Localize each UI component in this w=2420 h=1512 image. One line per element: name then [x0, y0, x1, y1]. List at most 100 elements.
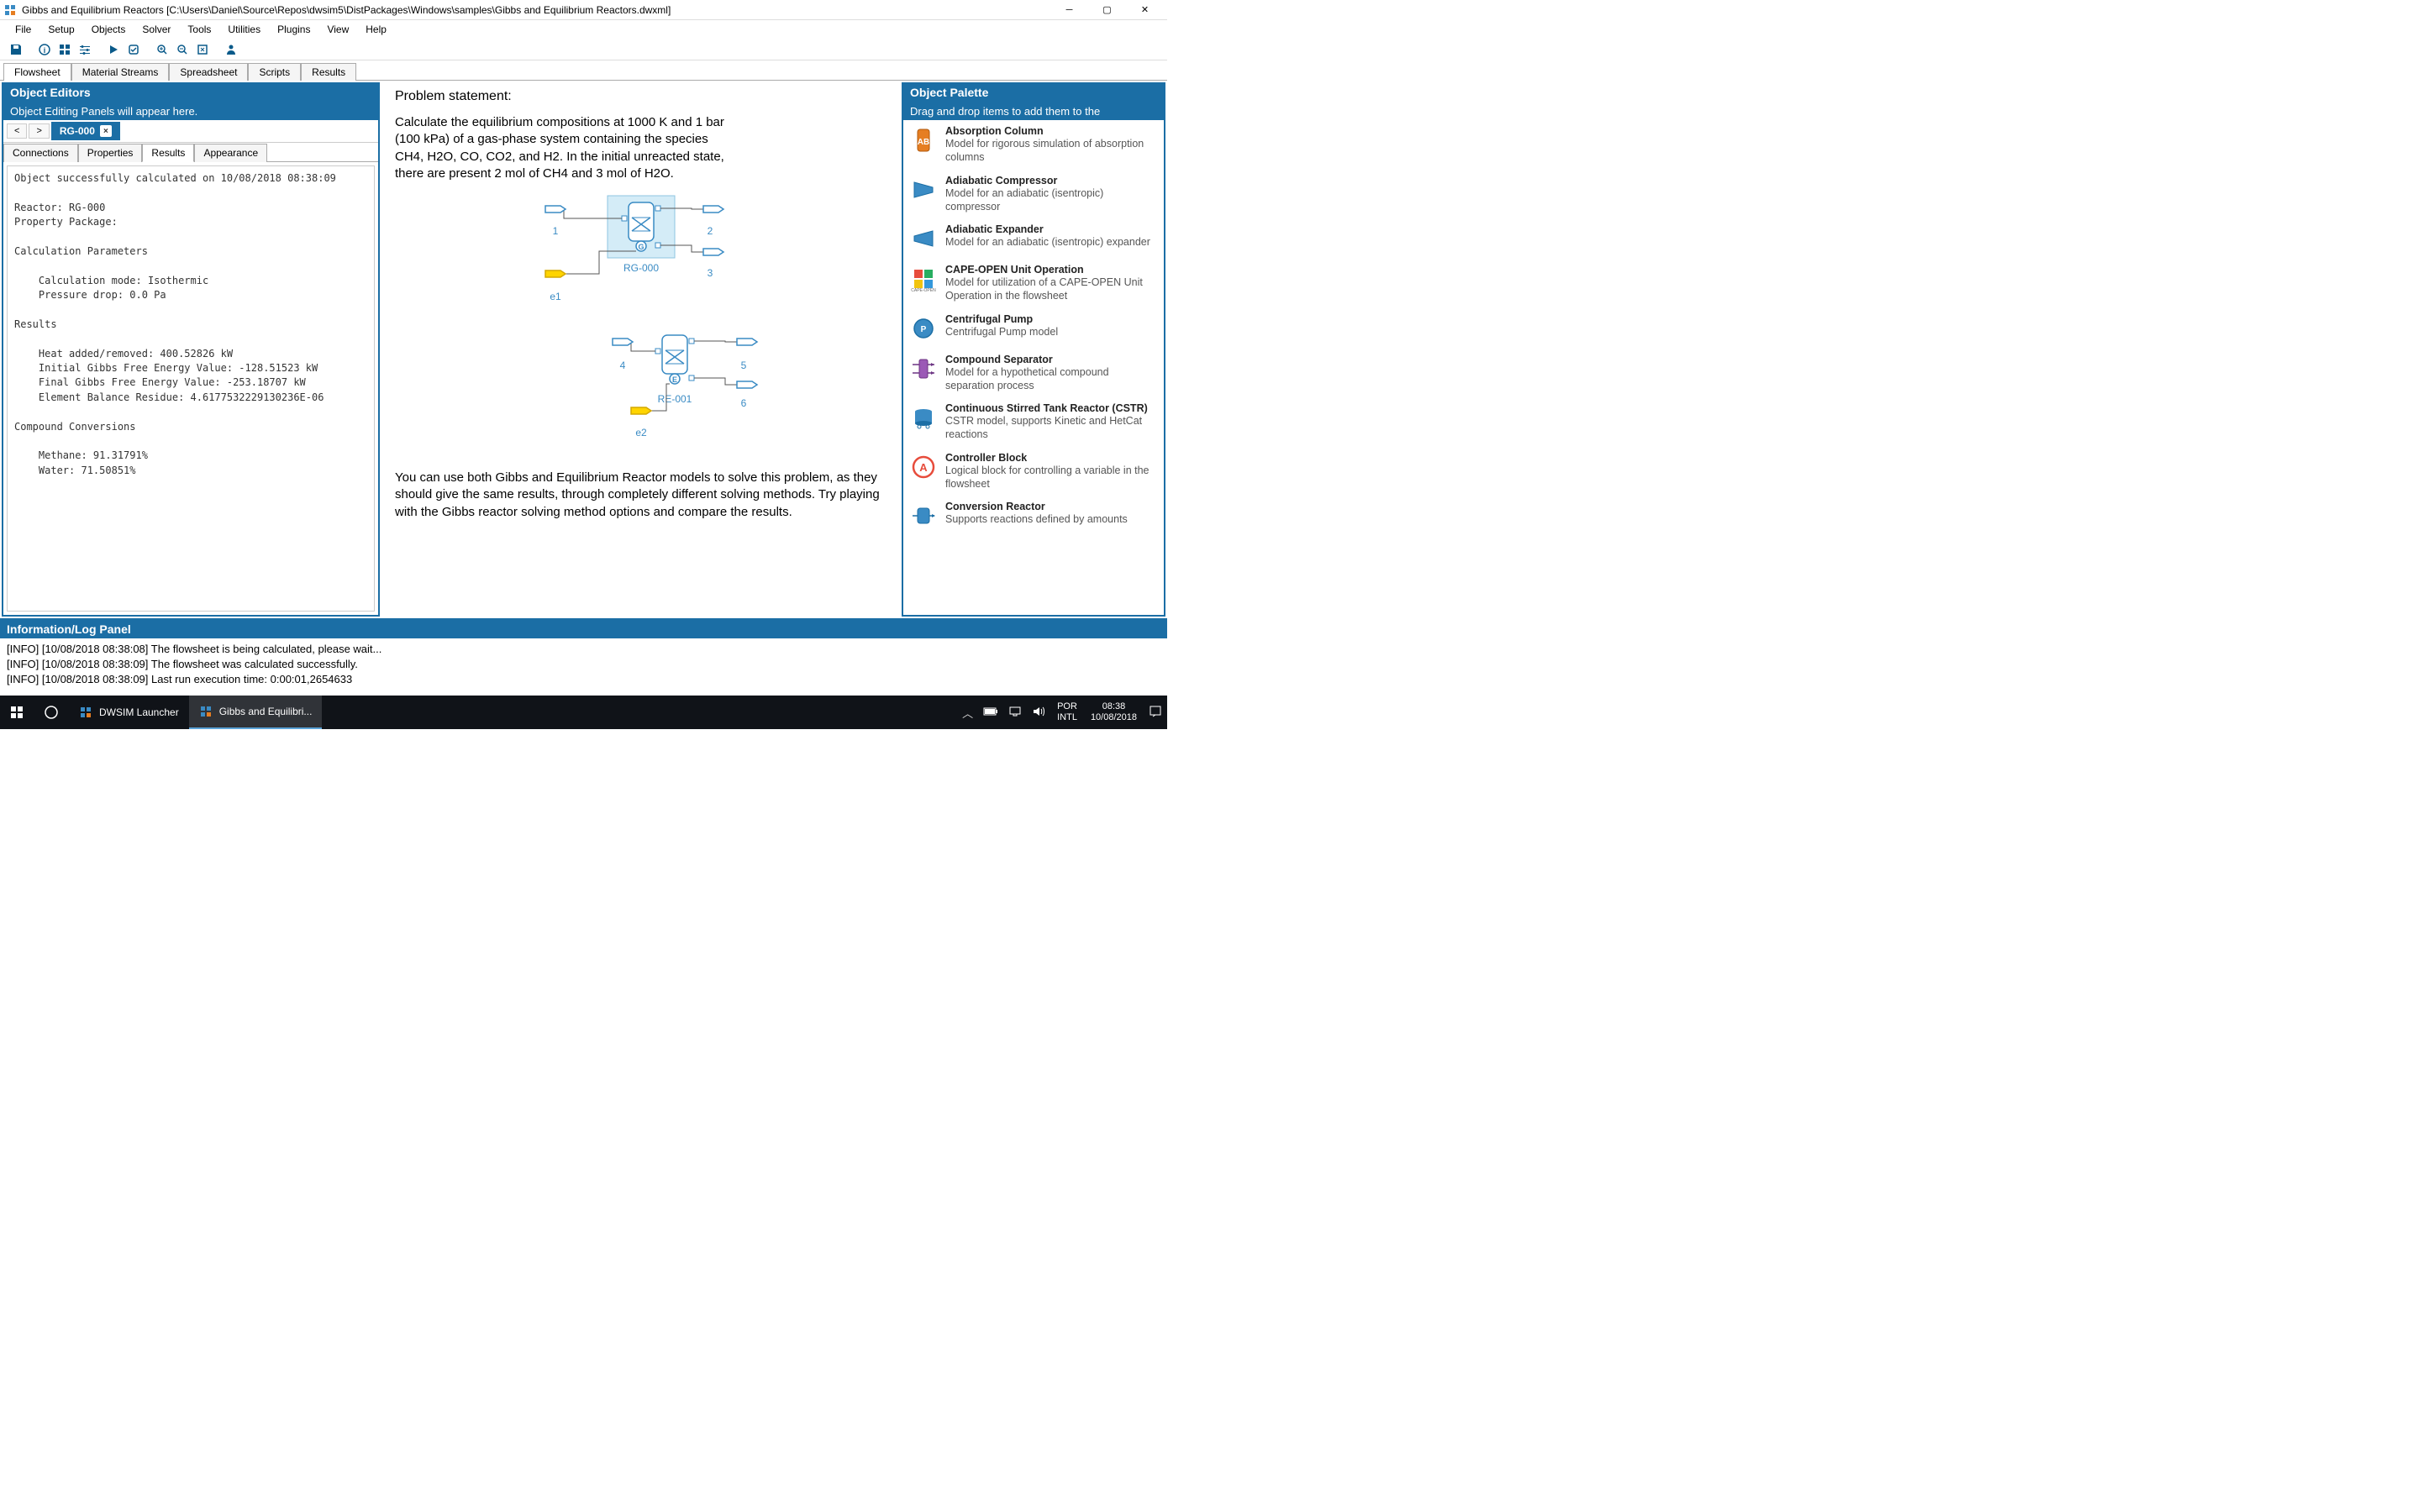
menu-view[interactable]: View	[318, 22, 357, 37]
app-icon	[3, 3, 17, 17]
tray-lang[interactable]: POR INTL	[1050, 701, 1084, 723]
cape-icon: CAPE-OPEN	[908, 264, 939, 294]
log-header: Information/Log Panel	[0, 620, 1167, 638]
taskbar-app[interactable]: DWSIM Launcher	[69, 696, 189, 729]
doc-tab-spreadsheet[interactable]: Spreadsheet	[169, 63, 248, 81]
palette-item-title: CAPE-OPEN Unit Operation	[945, 264, 1159, 276]
palette-header: Object Palette	[903, 82, 1164, 102]
palette-item-title: Adiabatic Compressor	[945, 175, 1159, 186]
svg-text:P: P	[921, 325, 927, 334]
titlebar: Gibbs and Equilibrium Reactors [C:\Users…	[0, 0, 1167, 20]
object-editors-header: Object Editors	[3, 82, 378, 102]
menu-tools[interactable]: Tools	[179, 22, 219, 37]
tray-volume-icon[interactable]	[1027, 706, 1050, 720]
menu-utilities[interactable]: Utilities	[219, 22, 269, 37]
palette-item-compound-separator[interactable]: Compound SeparatorModel for a hypothetic…	[903, 349, 1164, 398]
palette-item-adiabatic-expander[interactable]: Adiabatic ExpanderModel for an adiabatic…	[903, 218, 1164, 259]
flowsheet-canvas[interactable]: Problem statement: Calculate the equilib…	[381, 81, 900, 618]
settings-icon[interactable]	[76, 40, 94, 59]
doc-tab-results[interactable]: Results	[301, 63, 356, 81]
palette-body: ABAbsorption ColumnModel for rigorous si…	[903, 120, 1164, 615]
palette-item-absorption-column[interactable]: ABAbsorption ColumnModel for rigorous si…	[903, 120, 1164, 170]
svg-text:E: E	[671, 375, 676, 384]
object-tab[interactable]: RG-000 ×	[51, 122, 120, 140]
flowsheet-diagram: G RG-000 1 2 3 e1	[498, 192, 784, 461]
object-tab-label: RG-000	[60, 125, 95, 137]
controller-icon: A	[908, 452, 939, 482]
svg-text:RG-000: RG-000	[623, 262, 658, 274]
bottom-text: You can use both Gibbs and Equilibrium R…	[395, 470, 886, 521]
palette-item-centrifugal-pump[interactable]: P Centrifugal PumpCentrifugal Pump model	[903, 308, 1164, 349]
palette-item-title: Continuous Stirred Tank Reactor (CSTR)	[945, 402, 1159, 414]
doc-tab-material-streams[interactable]: Material Streams	[71, 63, 170, 81]
save-icon[interactable]	[7, 40, 25, 59]
stop-icon[interactable]	[124, 40, 143, 59]
separator-icon	[908, 354, 939, 384]
palette-item-conversion-reactor[interactable]: Conversion ReactorSupports reactions def…	[903, 496, 1164, 536]
nav-next-button[interactable]: >	[29, 123, 49, 139]
tray-notifications-icon[interactable]	[1144, 705, 1167, 721]
svg-text:3: 3	[707, 267, 713, 279]
svg-text:AB: AB	[918, 138, 929, 147]
inner-tab-connections[interactable]: Connections	[3, 144, 78, 162]
absorption-icon: AB	[908, 125, 939, 155]
cortana-button[interactable]	[34, 696, 69, 729]
pump-icon: P	[908, 313, 939, 344]
taskbar: DWSIM LauncherGibbs and Equilibri... ︿ P…	[0, 696, 1167, 729]
svg-text:i: i	[44, 46, 46, 55]
menu-setup[interactable]: Setup	[39, 22, 82, 37]
palette-item-desc: Supports reactions defined by amounts	[945, 512, 1159, 526]
svg-text:6: 6	[740, 397, 746, 409]
svg-text:e1: e1	[550, 291, 561, 302]
window-title: Gibbs and Equilibrium Reactors [C:\Users…	[22, 4, 1050, 16]
problem-text: Calculate the equilibrium compositions a…	[395, 114, 731, 182]
palette-item-title: Adiabatic Expander	[945, 223, 1159, 235]
palette-item-desc: CSTR model, supports Kinetic and HetCat …	[945, 414, 1159, 442]
palette-item-title: Centrifugal Pump	[945, 313, 1159, 325]
info-icon[interactable]: i	[35, 40, 54, 59]
tray-chevron-icon[interactable]: ︿	[957, 705, 978, 721]
play-icon[interactable]	[104, 40, 123, 59]
palette-item-controller-block[interactable]: AController BlockLogical block for contr…	[903, 447, 1164, 496]
object-tab-close-icon[interactable]: ×	[100, 125, 112, 137]
conversion-icon	[908, 501, 939, 531]
svg-text:1: 1	[552, 225, 558, 237]
inner-tab-results[interactable]: Results	[142, 144, 194, 162]
doc-tab-scripts[interactable]: Scripts	[248, 63, 301, 81]
object-editors-sub: Object Editing Panels will appear here.	[3, 102, 378, 120]
palette-item-title: Compound Separator	[945, 354, 1159, 365]
palette-item-cape-open-unit-operation[interactable]: CAPE-OPENCAPE-OPEN Unit OperationModel f…	[903, 259, 1164, 308]
results-text: Object successfully calculated on 10/08/…	[7, 165, 375, 612]
minimize-button[interactable]: ─	[1050, 1, 1088, 19]
nav-prev-button[interactable]: <	[7, 123, 27, 139]
menu-help[interactable]: Help	[357, 22, 395, 37]
menu-file[interactable]: File	[7, 22, 39, 37]
palette-item-desc: Model for an adiabatic (isentropic) expa…	[945, 235, 1159, 249]
palette-item-desc: Model for a hypothetical compound separa…	[945, 365, 1159, 393]
zoom-in-icon[interactable]	[153, 40, 171, 59]
inner-tab-properties[interactable]: Properties	[78, 144, 143, 162]
grid-icon[interactable]	[55, 40, 74, 59]
menu-solver[interactable]: Solver	[134, 22, 179, 37]
log-line: [INFO] [10/08/2018 08:38:09] Last run ex…	[7, 672, 1160, 687]
close-button[interactable]: ✕	[1126, 1, 1164, 19]
tray-battery-icon[interactable]	[978, 706, 1003, 719]
inner-tabs: ConnectionsPropertiesResultsAppearance	[3, 143, 378, 162]
maximize-button[interactable]: ▢	[1088, 1, 1126, 19]
zoom-out-icon[interactable]	[173, 40, 192, 59]
user-icon[interactable]	[222, 40, 240, 59]
taskbar-app[interactable]: Gibbs and Equilibri...	[189, 696, 323, 729]
tray-network-icon[interactable]	[1003, 706, 1027, 720]
inner-tab-appearance[interactable]: Appearance	[194, 144, 267, 162]
fit-icon[interactable]	[193, 40, 212, 59]
menu-plugins[interactable]: Plugins	[269, 22, 318, 37]
start-button[interactable]	[0, 696, 34, 729]
palette-item-continuous-stirred-tank-reactor-cstr-[interactable]: Continuous Stirred Tank Reactor (CSTR)CS…	[903, 397, 1164, 447]
menu-objects[interactable]: Objects	[83, 22, 134, 37]
svg-text:RE-001: RE-001	[657, 393, 692, 405]
palette-item-adiabatic-compressor[interactable]: Adiabatic CompressorModel for an adiabat…	[903, 170, 1164, 219]
palette-item-desc: Centrifugal Pump model	[945, 325, 1159, 339]
tray-clock[interactable]: 08:38 10/08/2018	[1084, 701, 1144, 723]
palette-item-title: Absorption Column	[945, 125, 1159, 137]
doc-tab-flowsheet[interactable]: Flowsheet	[3, 63, 71, 81]
